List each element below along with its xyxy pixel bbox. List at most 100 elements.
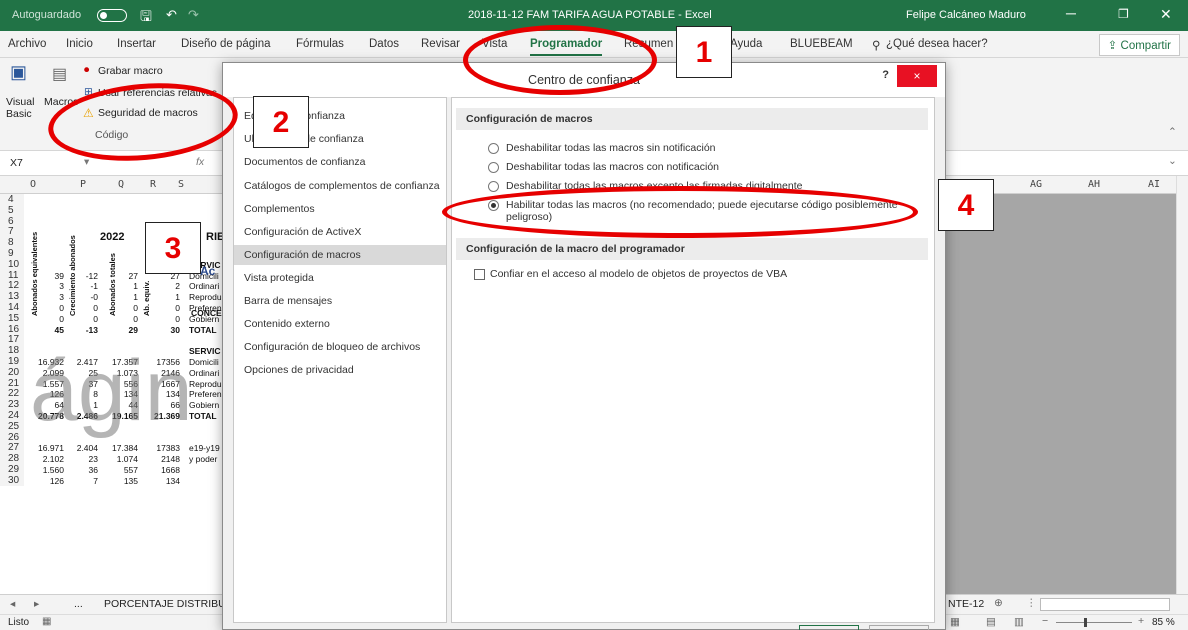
table-cell[interactable]: 1 (100, 281, 138, 291)
tab-archivo[interactable]: Archivo (8, 38, 46, 50)
row-number[interactable]: 16 (0, 323, 24, 335)
concept-cell[interactable]: e19-y19 (189, 443, 220, 453)
table-cell[interactable]: 36 (66, 465, 98, 475)
more-tabs-icon[interactable]: ⋮ (1026, 597, 1037, 609)
zoom-slider-thumb[interactable] (1084, 618, 1087, 627)
fx-icon[interactable]: fx (196, 156, 204, 168)
table-cell[interactable]: 135 (100, 476, 138, 486)
minimize-icon[interactable]: ─ (1066, 5, 1076, 21)
concept-cell[interactable]: Ordinari (189, 368, 219, 378)
table-cell[interactable]: 45 (24, 325, 64, 335)
radio-option-2[interactable] (488, 181, 499, 192)
concept-cell[interactable]: Reprodu (189, 292, 222, 302)
concept-cell[interactable]: SERVIC (189, 346, 221, 356)
row-number[interactable]: 24 (0, 410, 24, 421)
sheet-tab[interactable]: NTE-12 (948, 598, 984, 610)
window-close-icon[interactable]: ✕ (1160, 6, 1172, 23)
collapse-ribbon-icon[interactable]: ⌃ (1168, 126, 1177, 138)
option-label-0[interactable]: Deshabilitar todas las macros sin notifi… (506, 142, 716, 154)
zoom-in-icon[interactable]: + (1138, 615, 1144, 627)
sheet-tab[interactable]: PORCENTAJE DISTRIBU (104, 598, 226, 610)
row-number[interactable]: 4 (0, 194, 24, 205)
table-cell[interactable]: 30 (140, 325, 180, 335)
tab-formulas[interactable]: Fórmulas (296, 38, 344, 50)
row-number[interactable]: 8 (0, 237, 24, 249)
worksheet-gray-area[interactable] (946, 194, 1188, 594)
col-header[interactable]: AG (1030, 179, 1042, 190)
col-header[interactable]: AH (1088, 179, 1100, 190)
dialog-close-button[interactable]: × (897, 65, 937, 87)
table-cell[interactable]: 2148 (140, 454, 180, 464)
next-sheet-icon[interactable]: ▸ (34, 598, 39, 610)
visual-basic-button[interactable]: Visual Basic (6, 96, 42, 120)
tab-revisar[interactable]: Revisar (421, 38, 460, 50)
tell-me-icon[interactable]: ⚲ (872, 38, 880, 52)
horizontal-scrollbar[interactable] (1040, 598, 1170, 611)
visual-basic-icon[interactable]: ▣ (10, 62, 27, 83)
concept-cell[interactable]: Ordinari (189, 281, 219, 291)
prev-sheet-icon[interactable]: ◂ (10, 598, 15, 610)
table-cell[interactable]: 1.074 (100, 454, 138, 464)
row-number[interactable]: 20 (0, 366, 24, 378)
row-number[interactable]: 21 (0, 377, 24, 389)
row-number[interactable]: 5 (0, 204, 24, 216)
help-icon[interactable]: ? (882, 69, 889, 81)
undo-icon[interactable]: ↶ (166, 7, 177, 23)
name-box-dropdown-icon[interactable]: ▾ (84, 156, 89, 168)
table-cell[interactable]: 17.384 (100, 443, 138, 453)
col-header[interactable]: O (30, 179, 36, 190)
page-layout-icon[interactable]: ▤ (986, 616, 996, 628)
nav-item[interactable]: Contenido externo (243, 314, 445, 334)
concept-cell[interactable]: TOTAL (189, 411, 217, 421)
table-cell[interactable]: 17383 (140, 443, 180, 453)
nav-item[interactable]: Configuración de bloqueo de archivos (243, 337, 445, 357)
col-header[interactable]: P (80, 179, 86, 190)
row-number[interactable]: 6 (0, 215, 24, 227)
redo-icon[interactable]: ↷ (188, 7, 199, 23)
table-cell[interactable]: 2.404 (66, 443, 98, 453)
table-cell[interactable]: 126 (24, 476, 64, 486)
table-cell[interactable]: -13 (66, 325, 98, 335)
concept-cell[interactable]: Domicili (189, 357, 219, 367)
zoom-out-icon[interactable]: − (1042, 615, 1048, 627)
table-cell[interactable]: 16.971 (24, 443, 64, 453)
row-number[interactable]: 19 (0, 356, 24, 367)
table-cell[interactable]: 29 (100, 325, 138, 335)
page-break-icon[interactable]: ▥ (1014, 616, 1024, 628)
expand-formula-icon[interactable]: ⌄ (1168, 155, 1177, 167)
cancel-button[interactable] (869, 625, 929, 630)
ok-button[interactable] (799, 625, 859, 630)
table-cell[interactable]: 23 (66, 454, 98, 464)
name-box[interactable]: X7 (10, 157, 23, 169)
nav-item[interactable]: Barra de mensajes (243, 291, 445, 311)
row-number[interactable]: 12 (0, 280, 24, 292)
record-macro-button[interactable]: Grabar macro (98, 65, 163, 77)
radio-option-1[interactable] (488, 162, 499, 173)
row-number[interactable]: 27 (0, 442, 24, 454)
vba-trust-checkbox[interactable] (474, 269, 485, 280)
row-number[interactable]: 11 (0, 269, 24, 281)
concept-cell[interactable]: Reprodu (189, 379, 222, 389)
row-number[interactable]: 29 (0, 464, 24, 475)
concept-cell[interactable]: Preferen (189, 389, 222, 399)
row-number[interactable]: 30 (0, 474, 24, 486)
tab-ayuda[interactable]: Ayuda (730, 38, 762, 50)
table-cell[interactable]: 27 (100, 271, 138, 281)
table-cell[interactable]: 1 (100, 292, 138, 302)
concept-cell[interactable]: y poder (189, 454, 217, 464)
vba-trust-label[interactable]: Confiar en el acceso al modelo de objeto… (490, 268, 787, 280)
table-cell[interactable]: 1668 (140, 465, 180, 475)
user-name[interactable]: Felipe Calcáneo Maduro (906, 9, 1026, 21)
tab-inicio[interactable]: Inicio (66, 38, 93, 50)
vertical-scrollbar[interactable] (1176, 176, 1188, 594)
nav-item[interactable]: Documentos de confianza (243, 152, 445, 172)
nav-item[interactable]: Opciones de privacidad (243, 360, 445, 380)
tab-insertar[interactable]: Insertar (117, 38, 156, 50)
row-number[interactable]: 10 (0, 258, 24, 270)
row-number[interactable]: 15 (0, 312, 24, 324)
tab-diseno[interactable]: Diseño de página (181, 38, 271, 50)
table-cell[interactable]: 0 (100, 314, 138, 324)
table-cell[interactable]: 7 (66, 476, 98, 486)
tab-datos[interactable]: Datos (369, 38, 399, 50)
row-number[interactable]: 13 (0, 291, 24, 303)
